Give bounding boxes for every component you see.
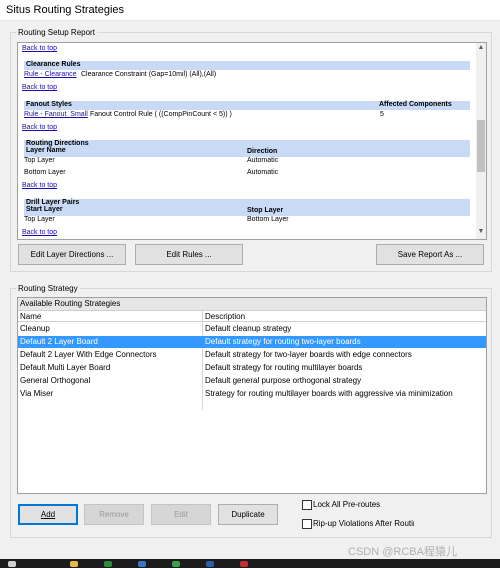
strategy-row[interactable]: Default Multi Layer Board Default strate…	[18, 362, 486, 374]
strategy-row[interactable]: Cleanup Default cleanup strategy	[18, 323, 486, 335]
strategy-description: Default cleanup strategy	[205, 324, 292, 333]
direction-column: Direction	[247, 148, 278, 155]
edit-button[interactable]: Edit	[151, 504, 211, 525]
drill-layer-pairs-title: Drill Layer Pairs	[26, 199, 80, 206]
strategy-name: General Orthogonal	[20, 376, 91, 385]
ripup-violations-checkbox[interactable]	[302, 519, 312, 529]
strategy-name: Via Miser	[20, 389, 54, 398]
strategy-description: Default strategy for routing two-layer b…	[205, 337, 361, 346]
app-icon[interactable]	[206, 561, 214, 567]
app-icon[interactable]	[104, 561, 112, 567]
description-column-header[interactable]: Description	[205, 312, 245, 321]
back-to-top-link-1[interactable]: Back to top	[22, 45, 57, 52]
add-button-label: Add	[40, 510, 56, 519]
remove-button[interactable]: Remove	[84, 504, 144, 525]
back-to-top-link-2[interactable]: Back to top	[22, 84, 57, 91]
strategy-group-label: Routing Strategy	[16, 284, 80, 293]
ripup-violations-label: Rip-up Violations After Routing	[313, 519, 414, 528]
strategy-name: Default 2 Layer With Edge Connectors	[20, 350, 157, 359]
fanout-styles-header: Fanout Styles Affected Components	[24, 101, 470, 110]
strategy-list[interactable]: Available Routing Strategies Name Descri…	[17, 297, 487, 494]
strategy-list-caption: Available Routing Strategies	[18, 298, 486, 311]
back-to-top-link-3[interactable]: Back to top	[22, 124, 57, 131]
direction-value-2: Automatic	[247, 169, 279, 176]
folder-icon[interactable]	[70, 561, 78, 567]
clearance-rule-text: Clearance Constraint (Gap=10mil) (All),(…	[81, 71, 217, 78]
affected-components-title: Affected Components	[379, 101, 452, 108]
app-icon[interactable]	[240, 561, 248, 567]
strategy-name: Default Multi Layer Board	[20, 363, 111, 372]
drill-stop-layer: Bottom Layer	[247, 216, 289, 223]
taskbar	[0, 559, 500, 568]
strategy-name: Default 2 Layer Board	[20, 337, 98, 346]
fanout-rule-text: Fanout Control Rule ( ((CompPinCount < 5…	[90, 111, 232, 118]
lock-preroutes-label: Lock All Pre-routes	[313, 500, 381, 509]
strategy-name: Cleanup	[20, 324, 50, 333]
direction-layer-1: Top Layer	[24, 157, 55, 164]
ripup-violations-label-clip: Rip-up Violations After Routing	[313, 519, 414, 530]
strategy-row-selected[interactable]: Default 2 Layer Board Default strategy f…	[18, 336, 486, 348]
scroll-down-icon[interactable]: ▼	[477, 228, 485, 238]
rule-fanout-small-link[interactable]: Rule - Fanout_Small	[24, 111, 88, 118]
back-to-top-link-5[interactable]: Back to top	[22, 229, 57, 236]
window-title: Situs Routing Strategies	[6, 4, 125, 16]
save-report-button[interactable]: Save Report As ...	[376, 244, 484, 265]
drill-layer-pairs-header: Drill Layer Pairs Start Layer Stop Layer	[24, 199, 470, 216]
edit-rules-button[interactable]: Edit Rules ...	[135, 244, 243, 265]
title-bar: Situs Routing Strategies	[0, 0, 500, 21]
strategy-list-header: Name Description	[18, 311, 486, 322]
strategy-description: Default strategy for routing multilayer …	[205, 363, 363, 372]
rule-clearance-link[interactable]: Rule - Clearance	[24, 71, 77, 78]
windows-start-icon[interactable]	[8, 561, 16, 567]
app-icon[interactable]	[172, 561, 180, 567]
strategy-row[interactable]: Via Miser Strategy for routing multilaye…	[18, 388, 486, 400]
strategy-row[interactable]: General Orthogonal Default general purpo…	[18, 375, 486, 387]
start-layer-column: Start Layer	[26, 206, 63, 213]
drill-start-layer: Top Layer	[24, 216, 55, 223]
direction-layer-2: Bottom Layer	[24, 169, 66, 176]
routing-directions-header: Routing Directions Layer Name Direction	[24, 140, 470, 157]
scroll-up-icon[interactable]: ▲	[477, 44, 485, 54]
clearance-rules-header: Clearance Rules	[24, 61, 470, 70]
direction-value-1: Automatic	[247, 157, 279, 164]
report-scrollbar-thumb[interactable]	[477, 120, 485, 172]
stop-layer-column: Stop Layer	[247, 207, 284, 214]
strategy-description: Default general purpose orthogonal strat…	[205, 376, 362, 385]
csdn-watermark: CSDN @RCBA程猿儿	[348, 546, 457, 558]
lock-preroutes-checkbox[interactable]	[302, 500, 312, 510]
edit-layer-directions-button[interactable]: Edit Layer Directions ...	[18, 244, 126, 265]
clearance-rules-title: Clearance Rules	[26, 61, 81, 68]
fanout-affected-count: 5	[380, 111, 384, 118]
add-button[interactable]: Add	[18, 504, 78, 525]
name-column-header[interactable]: Name	[20, 312, 41, 321]
strategy-description: Default strategy for two-layer boards wi…	[205, 350, 412, 359]
strategy-row[interactable]: Default 2 Layer With Edge Connectors Def…	[18, 349, 486, 361]
fanout-styles-title: Fanout Styles	[26, 101, 72, 108]
layer-name-column: Layer Name	[26, 147, 66, 154]
routing-directions-title: Routing Directions	[26, 140, 89, 147]
routing-setup-report[interactable]: Back to top Clearance Rules Rule - Clear…	[17, 42, 487, 240]
back-to-top-link-4[interactable]: Back to top	[22, 182, 57, 189]
app-icon[interactable]	[138, 561, 146, 567]
report-group-label: Routing Setup Report	[16, 28, 97, 37]
duplicate-button[interactable]: Duplicate	[218, 504, 278, 525]
strategy-description: Strategy for routing multilayer boards w…	[205, 389, 453, 398]
